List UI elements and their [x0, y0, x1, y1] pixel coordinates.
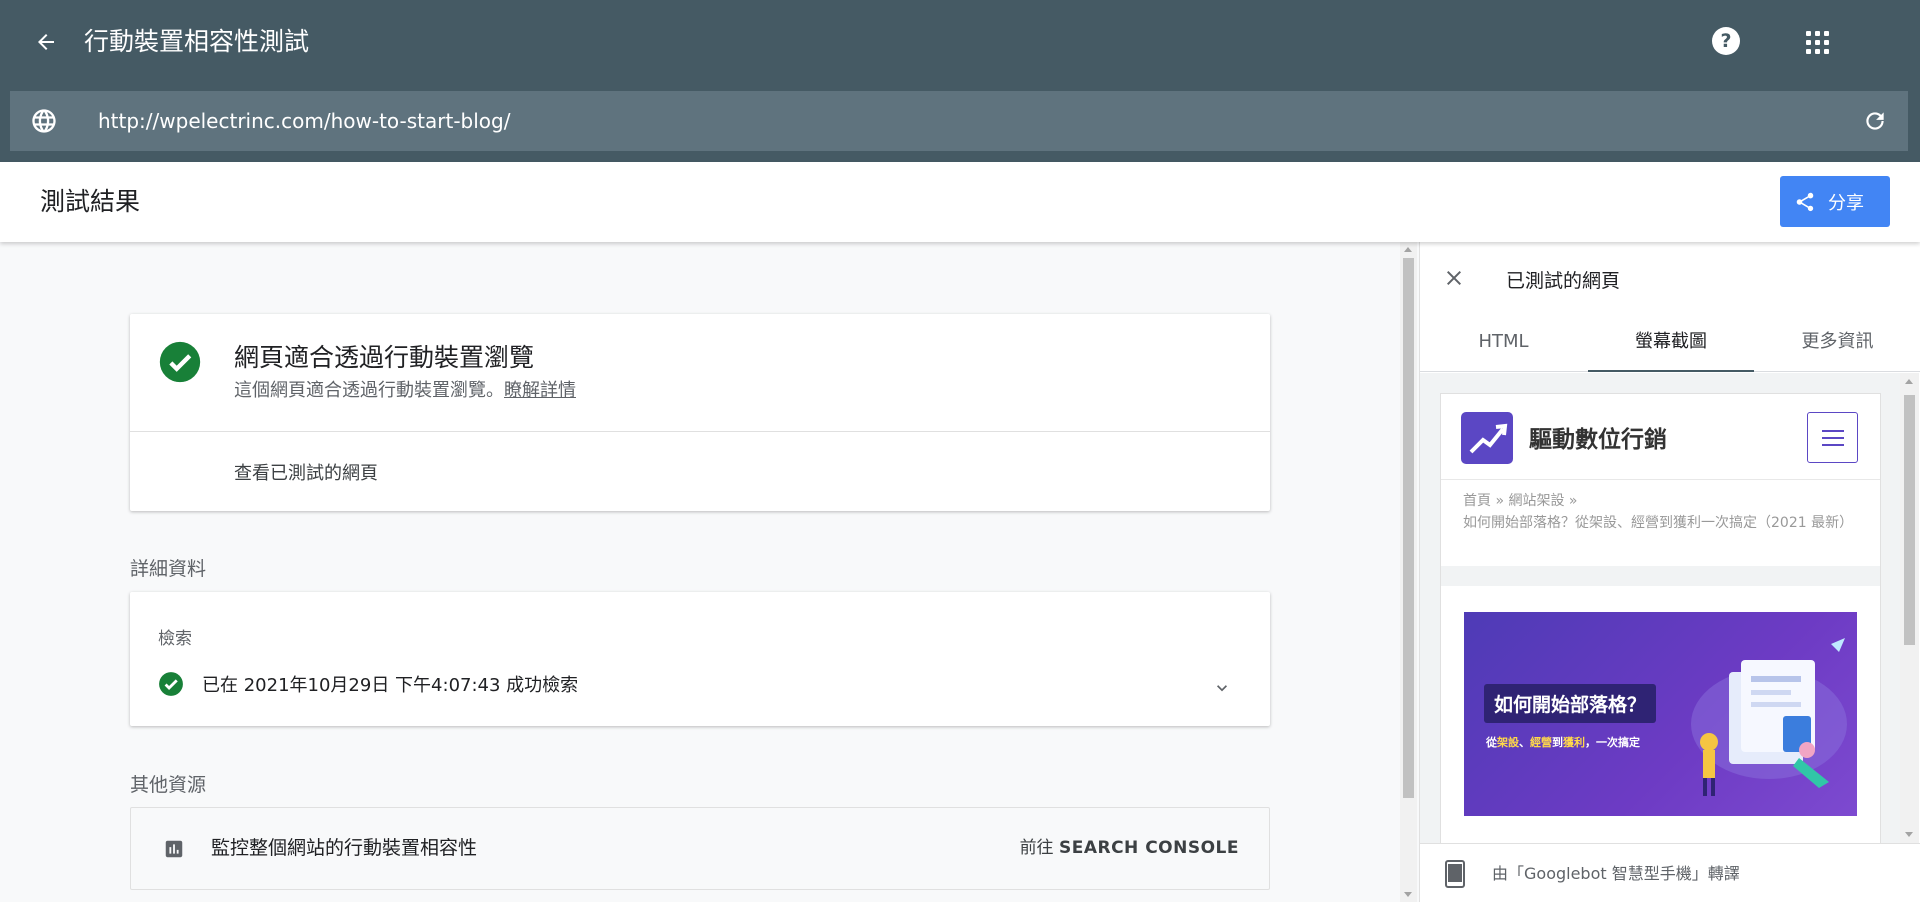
page-title: 測試結果	[40, 187, 141, 216]
main-scrollbar[interactable]	[1400, 242, 1417, 902]
crawl-card: 檢索 已在 2021年10月29日 下午4:07:43 成功檢索	[130, 592, 1270, 726]
other-resources-label: 其他資源	[130, 774, 207, 796]
panel-footer: 由「Googlebot 智慧型手機」轉譯	[1420, 843, 1920, 902]
learn-more-link[interactable]: 瞭解詳情	[504, 380, 576, 401]
help-icon[interactable]: ?	[1712, 27, 1740, 55]
page-screenshot: 驅動數位行銷 首頁 » 網站架設 » 如何開始部落格？從架設、經營到獲利一次搞定…	[1420, 373, 1901, 843]
divider	[130, 431, 1270, 432]
bar-chart-icon	[165, 840, 183, 858]
share-label: 分享	[1828, 192, 1864, 214]
apps-grid-icon[interactable]	[1802, 27, 1832, 57]
globe-icon	[32, 109, 56, 133]
crawl-label: 檢索	[158, 629, 192, 649]
check-circle-icon	[159, 341, 201, 383]
hero-illustration	[1691, 638, 1847, 796]
details-label: 詳細資料	[130, 558, 207, 580]
search-console-link[interactable]: 前往 SEARCH CONSOLE	[1020, 808, 1239, 889]
tab-screenshot[interactable]: 螢幕截圖	[1588, 312, 1754, 372]
tab-html[interactable]: HTML	[1420, 312, 1587, 372]
search-console-card: 監控整個網站的行動裝置相容性 前往 SEARCH CONSOLE	[130, 807, 1270, 890]
crawl-status: 已在 2021年10月29日 下午4:07:43 成功檢索	[202, 675, 579, 696]
hamburger-menu-icon	[1807, 412, 1858, 463]
hero-image: 如何開始部落格？ 從架設、經營到獲利，一次搞定	[1464, 612, 1857, 816]
share-button[interactable]: 分享	[1780, 176, 1890, 227]
smartphone-icon	[1445, 860, 1465, 888]
render-note: 由「Googlebot 智慧型手機」轉譯	[1492, 864, 1740, 883]
result-card: 網頁適合透過行動裝置瀏覽 這個網頁適合透過行動裝置瀏覽。瞭解詳情 查看已測試的網…	[130, 314, 1270, 511]
screenshot-content: 驅動數位行銷 首頁 » 網站架設 » 如何開始部落格？從架設、經營到獲利一次搞定…	[1440, 393, 1881, 843]
app-title: 行動裝置相容性測試	[84, 27, 310, 56]
tab-more-info[interactable]: 更多資訊	[1754, 312, 1920, 372]
scrollbar-thumb[interactable]	[1904, 395, 1915, 645]
share-icon	[1796, 192, 1814, 211]
tested-page-panel: 已測試的網頁 HTML 螢幕截圖 更多資訊 驅動數位行銷 首頁 » 網站架設 »…	[1419, 242, 1920, 902]
url-bar: http://wpelectrinc.com/how-to-start-blog…	[10, 91, 1908, 151]
check-circle-icon	[159, 672, 183, 696]
search-console-label: 監控整個網站的行動裝置相容性	[211, 837, 478, 859]
crawl-status-row: 已在 2021年10月29日 下午4:07:43 成功檢索	[158, 671, 578, 697]
site-header: 驅動數位行銷	[1441, 394, 1880, 480]
panel-tabs: HTML 螢幕截圖 更多資訊	[1420, 312, 1920, 372]
scrollbar-thumb[interactable]	[1403, 258, 1414, 798]
reload-icon[interactable]	[1862, 108, 1888, 134]
panel-title: 已測試的網頁	[1506, 270, 1621, 292]
site-name: 驅動數位行銷	[1529, 427, 1667, 453]
breadcrumb: 首頁 » 網站架設 » 如何開始部落格？從架設、經營到獲利一次搞定（2021 最…	[1463, 493, 1854, 531]
back-arrow-icon[interactable]	[28, 24, 64, 60]
result-heading: 網頁適合透過行動裝置瀏覽	[234, 343, 535, 372]
result-subtext: 這個網頁適合透過行動裝置瀏覽。瞭解詳情	[234, 380, 576, 401]
chevron-down-icon[interactable]	[1212, 678, 1232, 698]
main-content: 網頁適合透過行動裝置瀏覽 這個網頁適合透過行動裝置瀏覽。瞭解詳情 查看已測試的網…	[0, 242, 1400, 902]
hero-card: 如何開始部落格？ 從架設、經營到獲利，一次搞定	[1449, 586, 1872, 843]
results-header: 測試結果 分享	[0, 162, 1920, 242]
site-logo	[1461, 412, 1513, 464]
panel-scrollbar[interactable]	[1900, 373, 1919, 843]
close-icon[interactable]	[1442, 266, 1466, 290]
hero-subtitle: 從架設、經營到獲利，一次搞定	[1486, 736, 1640, 749]
hero-title: 如何開始部落格？	[1484, 684, 1657, 723]
url-input[interactable]: http://wpelectrinc.com/how-to-start-blog…	[98, 91, 510, 151]
view-tested-page-link[interactable]: 查看已測試的網頁	[234, 459, 378, 485]
